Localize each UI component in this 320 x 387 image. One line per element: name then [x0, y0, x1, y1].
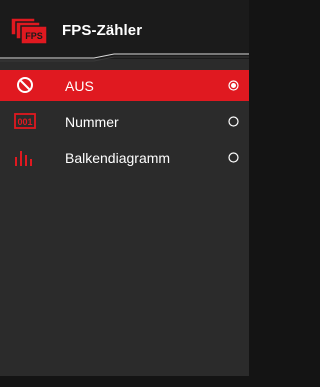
disabled-icon — [17, 77, 33, 93]
option-list: AUS 001 Nummer Balkendiagramm — [0, 70, 249, 178]
option-label: Balkendiagramm — [65, 150, 171, 166]
radio-selected-icon[interactable] — [228, 80, 239, 91]
bar-chart-icon — [15, 151, 32, 166]
fps-counter-icon: FPS — [10, 17, 48, 45]
option-label: Nummer — [65, 114, 119, 130]
option-label: AUS — [65, 78, 94, 94]
radio-unselected-icon[interactable] — [228, 116, 239, 127]
option-nummer[interactable]: 001 Nummer — [0, 106, 249, 137]
fps-counter-panel: FPS FPS-Zähler AUS 001 Nummer Balkendiag… — [0, 0, 249, 387]
number-display-icon: 001 — [14, 113, 36, 129]
header-divider — [0, 53, 249, 62]
radio-unselected-icon[interactable] — [228, 152, 239, 163]
option-balkendiagramm[interactable]: Balkendiagramm — [0, 142, 249, 173]
fps-icon-text: FPS — [25, 31, 43, 41]
bottom-edge — [0, 376, 249, 387]
panel-header: FPS FPS-Zähler — [0, 0, 249, 62]
page-title: FPS-Zähler — [62, 22, 143, 39]
number-icon-text: 001 — [17, 117, 32, 127]
option-aus[interactable]: AUS — [0, 70, 249, 101]
